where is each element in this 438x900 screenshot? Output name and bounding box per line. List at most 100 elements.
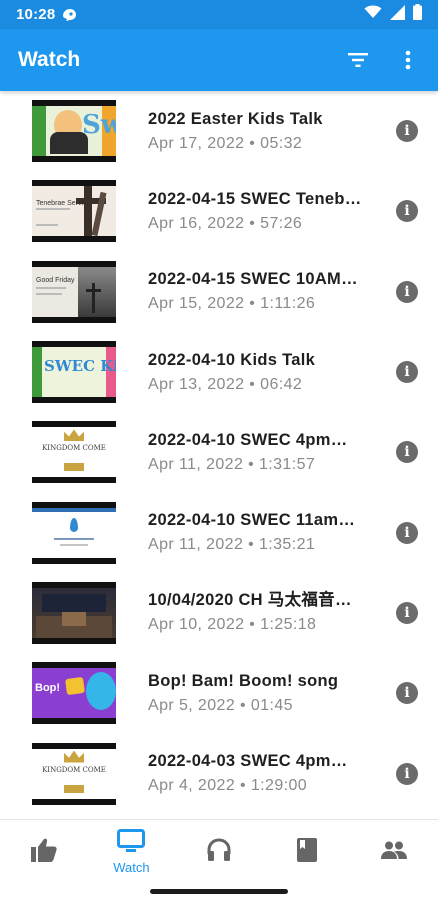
headphones-icon bbox=[207, 837, 231, 867]
video-meta: Apr 5, 2022 • 01:45 bbox=[148, 695, 380, 717]
video-date: Apr 11, 2022 bbox=[148, 536, 244, 554]
video-date: Apr 10, 2022 bbox=[148, 616, 245, 634]
info-icon[interactable]: i bbox=[396, 601, 418, 624]
nav-item-watch[interactable]: Watch bbox=[88, 820, 176, 884]
video-thumbnail[interactable]: KINGDOM COME bbox=[32, 421, 116, 484]
info-icon[interactable]: i bbox=[396, 521, 418, 544]
info-icon[interactable]: i bbox=[396, 441, 418, 464]
video-duration: 1:11:26 bbox=[260, 295, 316, 313]
video-title: 10/04/2020 CH 马太福音… bbox=[148, 591, 352, 610]
status-bar: 10:28 bbox=[0, 0, 438, 29]
thumbs-up-icon bbox=[30, 838, 57, 867]
book-icon bbox=[296, 837, 317, 867]
video-meta: Apr 16, 2022 • 57:26 bbox=[148, 213, 380, 235]
info-icon[interactable]: i bbox=[396, 762, 418, 785]
meta-separator: • bbox=[248, 455, 255, 473]
status-time: 10:28 bbox=[16, 6, 56, 23]
video-meta: Apr 13, 2022 • 06:42 bbox=[148, 374, 380, 396]
video-meta: Apr 10, 2022 • 1:25:18 bbox=[148, 614, 380, 636]
video-duration: 1:25:18 bbox=[260, 616, 317, 634]
gesture-bar bbox=[0, 884, 438, 900]
video-thumbnail[interactable]: KINGDOM COME bbox=[32, 742, 116, 805]
video-meta: Apr 11, 2022 • 1:31:57 bbox=[148, 454, 380, 476]
people-icon bbox=[381, 841, 408, 864]
thumbnail-text: KINGDOM COME bbox=[42, 444, 106, 453]
video-meta: Apr 15, 2022 • 1:11:26 bbox=[148, 293, 380, 315]
page-title: Watch bbox=[18, 48, 81, 71]
info-icon[interactable]: i bbox=[396, 682, 418, 705]
video-date: Apr 4, 2022 bbox=[148, 777, 236, 795]
bottom-navigation: Watch bbox=[0, 819, 438, 884]
video-date: Apr 15, 2022 bbox=[148, 295, 245, 313]
video-thumbnail[interactable] bbox=[32, 501, 116, 564]
thumbnail-text: Sw bbox=[82, 110, 116, 141]
video-meta: Apr 17, 2022 • 05:32 bbox=[148, 133, 380, 155]
nav-item-likes[interactable] bbox=[0, 820, 88, 884]
app-bar: Watch bbox=[0, 29, 438, 91]
meta-separator: • bbox=[240, 696, 247, 714]
filter-icon[interactable] bbox=[346, 48, 370, 72]
video-list-item[interactable]: Sw 2022 Easter Kids Talk Apr 17, 2022 • … bbox=[0, 91, 438, 171]
info-icon[interactable]: i bbox=[396, 361, 418, 384]
video-meta: Apr 4, 2022 • 1:29:00 bbox=[148, 775, 380, 797]
signal-icon bbox=[390, 4, 405, 25]
info-icon[interactable]: i bbox=[396, 120, 418, 143]
video-list-item[interactable]: Tenebrae Service 2022-04-15 SWEC Teneb… … bbox=[0, 171, 438, 251]
thumbnail-text: Bop! bbox=[35, 682, 61, 695]
meta-separator: • bbox=[249, 214, 256, 232]
video-title: 2022 Easter Kids Talk bbox=[148, 109, 323, 128]
video-duration: 1:31:57 bbox=[258, 455, 316, 473]
video-duration: 06:42 bbox=[260, 375, 303, 393]
video-title: 2022-04-15 SWEC 10AM… bbox=[148, 270, 358, 289]
nav-item-community[interactable] bbox=[350, 820, 438, 884]
video-list-item[interactable]: Bop! Bop! Bam! Boom! song Apr 5, 2022 • … bbox=[0, 653, 438, 733]
video-thumbnail[interactable]: SWEC Kids bbox=[32, 341, 116, 404]
notification-icon bbox=[61, 8, 77, 22]
video-title: 2022-04-03 SWEC 4pm… bbox=[148, 752, 348, 771]
video-title: 2022-04-10 Kids Talk bbox=[148, 350, 316, 369]
thumbnail-text: Good Friday bbox=[36, 276, 75, 284]
video-thumbnail[interactable]: Sw bbox=[32, 100, 116, 163]
info-icon[interactable]: i bbox=[396, 280, 418, 303]
video-date: Apr 16, 2022 bbox=[148, 214, 245, 232]
info-icon[interactable]: i bbox=[396, 200, 418, 223]
meta-separator: • bbox=[248, 536, 255, 554]
meta-separator: • bbox=[249, 375, 256, 393]
meta-separator: • bbox=[240, 777, 247, 795]
nav-label-watch: Watch bbox=[113, 860, 150, 875]
video-date: Apr 11, 2022 bbox=[148, 455, 244, 473]
video-title: Bop! Bam! Boom! song bbox=[148, 671, 339, 690]
video-date: Apr 13, 2022 bbox=[148, 375, 245, 393]
video-title: 2022-04-15 SWEC Teneb… bbox=[148, 189, 362, 208]
video-title: 2022-04-10 SWEC 4pm… bbox=[148, 430, 348, 449]
video-list-item[interactable]: KINGDOM COME 2022-04-03 SWEC 4pm… Apr 4,… bbox=[0, 733, 438, 813]
video-duration: 57:26 bbox=[260, 214, 303, 232]
meta-separator: • bbox=[249, 295, 256, 313]
video-list-item[interactable]: 10/04/2020 CH 马太福音… Apr 10, 2022 • 1:25:… bbox=[0, 573, 438, 653]
video-list-item[interactable]: Good Friday 2022-04-15 SWEC 10AM… Apr 15… bbox=[0, 252, 438, 332]
video-list[interactable]: Sw 2022 Easter Kids Talk Apr 17, 2022 • … bbox=[0, 91, 438, 819]
video-list-item[interactable]: 2022-04-10 SWEC 11am… Apr 11, 2022 • 1:3… bbox=[0, 492, 438, 572]
meta-separator: • bbox=[249, 134, 256, 152]
video-list-item[interactable]: SWEC Kids 2022-04-10 Kids Talk Apr 13, 2… bbox=[0, 332, 438, 412]
video-date: Apr 17, 2022 bbox=[148, 134, 245, 152]
more-options-icon[interactable] bbox=[396, 48, 420, 72]
nav-item-listen[interactable] bbox=[175, 820, 263, 884]
monitor-icon bbox=[117, 829, 146, 858]
video-duration: 1:29:00 bbox=[250, 777, 308, 795]
meta-separator: • bbox=[249, 616, 256, 634]
video-thumbnail[interactable]: Tenebrae Service bbox=[32, 180, 116, 243]
thumbnail-text: KINGDOM COME bbox=[42, 765, 106, 774]
video-date: Apr 5, 2022 bbox=[148, 696, 236, 714]
video-thumbnail[interactable]: Bop! bbox=[32, 662, 116, 725]
gesture-handle[interactable] bbox=[150, 889, 288, 894]
video-title: 2022-04-10 SWEC 11am… bbox=[148, 511, 356, 530]
video-thumbnail[interactable] bbox=[32, 581, 116, 644]
video-list-item[interactable]: KINGDOM COME 2022-04-10 SWEC 4pm… Apr 11… bbox=[0, 412, 438, 492]
battery-icon bbox=[413, 4, 422, 25]
wifi-icon bbox=[364, 5, 382, 24]
video-thumbnail[interactable]: Good Friday bbox=[32, 260, 116, 323]
nav-item-read[interactable] bbox=[263, 820, 351, 884]
thumbnail-text: SWEC Kids bbox=[44, 357, 116, 376]
video-duration: 05:32 bbox=[260, 134, 303, 152]
